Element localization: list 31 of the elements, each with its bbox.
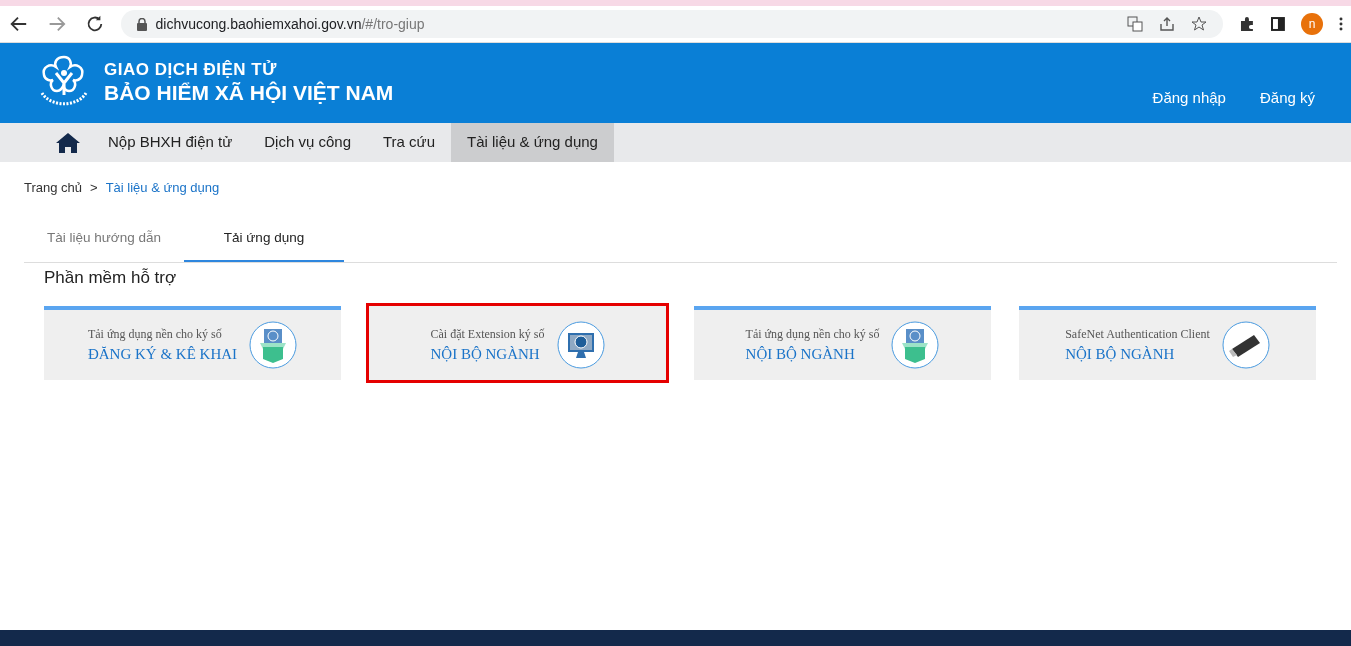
tab[interactable]: Tài liệu hướng dẫn xyxy=(24,227,184,262)
lock-icon xyxy=(137,17,148,31)
breadcrumb-link[interactable]: Trang chủ xyxy=(24,178,83,198)
box-icon xyxy=(891,321,940,370)
download-card[interactable]: Tải ứng dụng nền cho ký số ĐĂNG KÝ & KÊ KHAI xyxy=(44,306,341,381)
header-subtitle: GIAO DỊCH ĐIỆN TỬ xyxy=(104,61,278,80)
section-title: Phần mềm hỗ trợ xyxy=(43,266,178,289)
tab[interactable]: Tải ứng dụng xyxy=(184,227,344,262)
puzzle-icon[interactable] xyxy=(1239,16,1256,32)
box-icon xyxy=(249,321,298,370)
more-icon[interactable] xyxy=(1339,17,1343,31)
header-title: BẢO HIỂM XÃ HỘI VIỆT NAM xyxy=(104,79,394,105)
breadcrumb-link[interactable]: Tài liệu & ứng dụng xyxy=(105,178,220,198)
nav-item[interactable]: Tra cứu xyxy=(367,123,451,162)
download-card[interactable]: SafeNet Authentication Client NỘI BỘ NGÀNH xyxy=(1019,306,1316,381)
header-link[interactable]: Đăng ký xyxy=(1259,86,1315,109)
nav-item[interactable]: Tài liệu & ứng dụng xyxy=(451,123,614,162)
download-card[interactable]: Tải ứng dụng nền cho ký số NỘI BỘ NGÀNH xyxy=(694,306,991,381)
star-icon[interactable] xyxy=(1191,16,1208,32)
translate-icon[interactable] xyxy=(1127,16,1144,32)
monitor-icon xyxy=(556,321,605,370)
nav-item[interactable]: Nộp BHXH điện tử xyxy=(92,123,249,162)
url-text: dichvucong.baohiemxahoi.gov.vn/#/tro-giup xyxy=(155,14,425,34)
usb-drive-icon xyxy=(1221,321,1270,370)
share-icon[interactable] xyxy=(1159,16,1176,32)
breadcrumb-separator: > xyxy=(90,179,98,197)
header-link[interactable]: Đăng nhập xyxy=(1152,86,1226,109)
sidebar-icon[interactable] xyxy=(1271,17,1286,31)
download-card[interactable]: Cài đặt Extension ký số NỘI BỘ NGÀNH xyxy=(369,306,666,381)
address-bar[interactable]: dichvucong.baohiemxahoi.gov.vn/#/tro-giup xyxy=(121,10,1224,38)
nav-item[interactable]: Dịch vụ công xyxy=(248,123,367,162)
